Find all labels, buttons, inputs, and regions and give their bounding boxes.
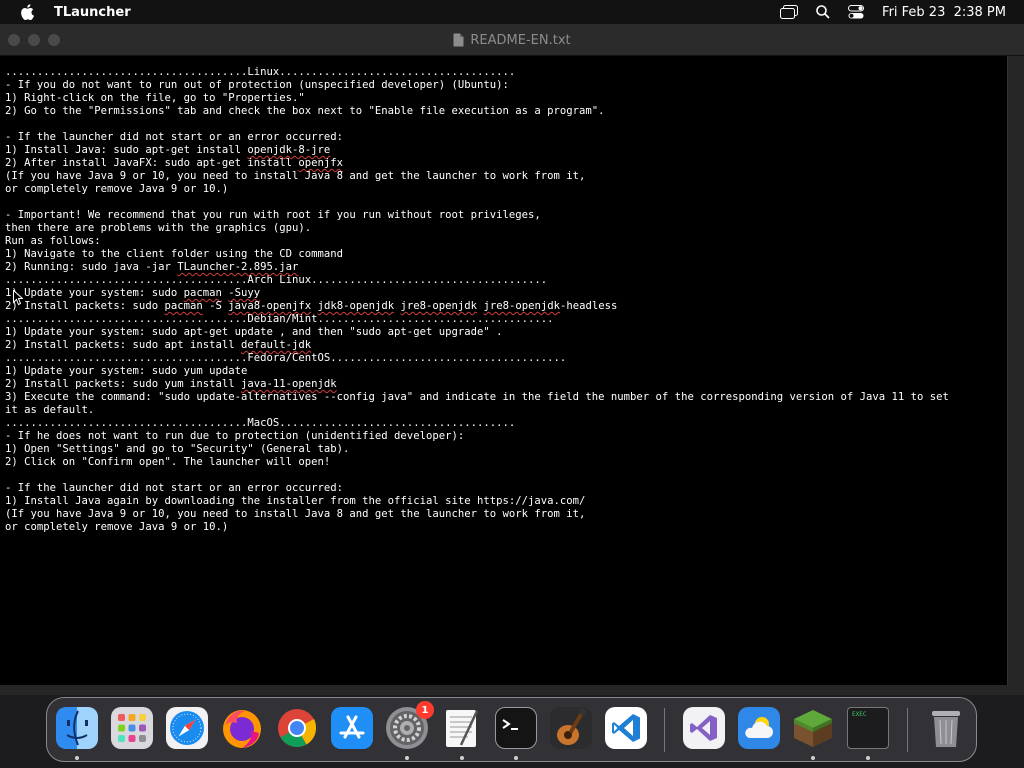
minecraft-icon[interactable] <box>792 707 834 749</box>
firefox-icon[interactable] <box>221 707 263 749</box>
text-line: Run as follows: <box>5 235 101 247</box>
running-indicator <box>514 756 518 760</box>
terminal-icon[interactable] <box>495 707 537 749</box>
trash-icon[interactable] <box>925 707 967 749</box>
document-icon <box>453 33 464 47</box>
finder-icon[interactable] <box>56 707 98 749</box>
dock-separator <box>664 708 665 752</box>
text-line: (If you have Java 9 or 10, you need to i… <box>5 170 586 182</box>
apple-icon[interactable] <box>20 4 34 20</box>
mouse-pointer-icon <box>13 290 23 306</box>
text-line: 1) Open "Settings" and go to "Security" … <box>5 443 350 455</box>
clock-time: 2:38 PM <box>953 4 1006 20</box>
vscode-icon[interactable] <box>605 707 647 749</box>
misspelled-word: TLauncher-2.895.jar <box>177 261 299 273</box>
dock: 1 exec <box>46 697 977 762</box>
misspelled-word: java-11-openjdk <box>241 378 337 390</box>
textedit-icon[interactable] <box>441 707 483 749</box>
window-title: README-EN.txt <box>0 25 1024 55</box>
system-settings-icon[interactable]: 1 <box>386 701 434 749</box>
text-line: 1) Update your system: sudo apt-get upda… <box>5 326 503 338</box>
textedit-window: README-EN.txt ..........................… <box>0 24 1024 695</box>
text-line: - If he does not want to run due to prot… <box>5 430 465 442</box>
safari-icon[interactable] <box>166 707 208 749</box>
clock-date: Fri Feb 23 <box>882 4 946 20</box>
window-bottom-edge <box>0 685 1024 695</box>
text-line: - If the launcher did not start or an er… <box>5 482 344 494</box>
menu-clock[interactable]: Fri Feb 23 2:38 PM <box>882 5 1006 20</box>
text-line: - If you do not want to run out of prote… <box>5 79 509 91</box>
text-line: 2) Install packets: sudo apt install def… <box>5 339 312 351</box>
notification-badge: 1 <box>416 701 434 719</box>
garageband-icon[interactable] <box>550 707 592 749</box>
text-line: 2) Click on "Confirm open". The launcher… <box>5 456 331 468</box>
search-icon[interactable] <box>816 5 830 19</box>
text-line: 1) Right-click on the file, go to "Prope… <box>5 92 305 104</box>
text-line: 1) Install Java: sudo apt-get install op… <box>5 144 331 156</box>
text-line: it as default. <box>5 404 95 416</box>
window-title-text: README-EN.txt <box>470 32 571 48</box>
app-store-icon[interactable] <box>331 707 373 749</box>
misspelled-word: pacman <box>183 287 222 299</box>
running-indicator <box>75 756 79 760</box>
exec-label: exec <box>852 711 867 718</box>
text-line: 2) Install packets: sudo pacman -S java8… <box>5 300 618 312</box>
control-center-icon[interactable] <box>848 5 865 19</box>
text-line <box>5 469 1008 482</box>
running-indicator <box>405 756 409 760</box>
text-line <box>5 118 1008 131</box>
running-indicator <box>460 756 464 760</box>
misspelled-word: jre8-openjdk <box>483 300 560 312</box>
text-line: ......................................Ar… <box>5 274 548 286</box>
text-line: 2) Go to the "Permissions" tab and check… <box>5 105 605 117</box>
document-text-area[interactable]: ......................................Li… <box>0 56 1008 686</box>
text-line: - Important! We recommend that you run w… <box>5 209 541 221</box>
text-line: ......................................Fe… <box>5 352 567 364</box>
text-line: 1) Update your system: sudo yum update <box>5 365 248 377</box>
text-line: 2) Install packets: sudo yum install jav… <box>5 378 337 390</box>
window-titlebar[interactable]: README-EN.txt <box>0 25 1024 56</box>
running-indicator <box>866 756 870 760</box>
window-icon[interactable] <box>780 5 799 19</box>
weather-icon[interactable] <box>738 707 780 749</box>
text-line: or completely remove Java 9 or 10.) <box>5 183 229 195</box>
text-line: or completely remove Java 9 or 10.) <box>5 521 229 533</box>
text-line: 1) Update your system: sudo pacman -Suyy <box>5 287 261 299</box>
misspelled-word: openjdk-8-jre <box>247 144 331 156</box>
menu-bar: TLauncher Fri Feb 23 2:38 PM <box>0 0 1024 24</box>
misspelled-word: jdk8-openjdk <box>317 300 395 312</box>
text-line: 2) Running: sudo java -jar TLauncher-2.8… <box>5 261 299 273</box>
misspelled-word: pacman <box>164 300 203 312</box>
text-line: 1) Navigate to the client folder using t… <box>5 248 344 260</box>
text-line: ......................................De… <box>5 313 554 325</box>
visual-studio-icon[interactable] <box>683 707 725 749</box>
vertical-scrollbar[interactable] <box>1007 56 1024 686</box>
running-indicator <box>811 756 815 760</box>
text-line: 1) Install Java again by downloading the… <box>5 495 586 507</box>
exec-icon[interactable]: exec <box>847 707 889 749</box>
launchpad-icon[interactable] <box>111 707 153 749</box>
text-line: (If you have Java 9 or 10, you need to i… <box>5 508 586 520</box>
text-line: ......................................Li… <box>5 66 516 78</box>
chrome-icon[interactable] <box>276 707 318 749</box>
active-app-name[interactable]: TLauncher <box>54 5 131 20</box>
text-line: ......................................Ma… <box>5 417 516 429</box>
text-line: 3) Execute the command: "sudo update-alt… <box>5 391 949 403</box>
text-line: 2) After install JavaFX: sudo apt-get in… <box>5 157 344 169</box>
misspelled-word: java8-openjfx <box>228 300 312 312</box>
text-line: - If the launcher did not start or an er… <box>5 131 344 143</box>
text-line: then there are problems with the graphic… <box>5 222 312 234</box>
misspelled-word: jre8-openjdk <box>400 300 478 312</box>
misspelled-word: openjfx <box>298 157 344 169</box>
text-line <box>5 196 1008 209</box>
dock-separator <box>907 708 908 752</box>
misspelled-word: default-jdk <box>241 339 312 351</box>
misspelled-word: -Suyy <box>228 287 261 299</box>
